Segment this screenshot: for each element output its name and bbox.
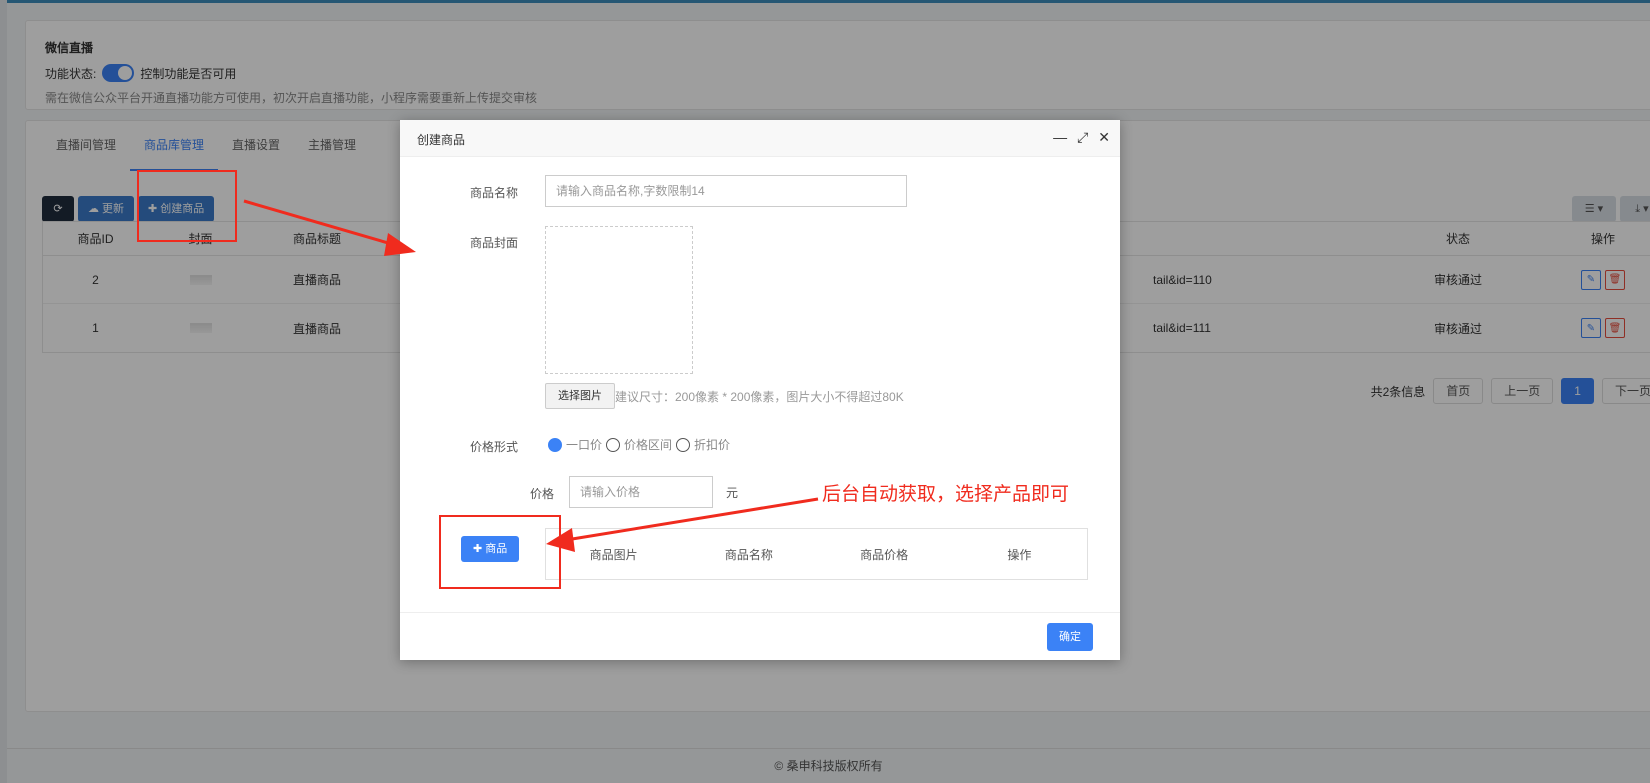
price-type-radios: 一口价 价格区间 折扣价 [548,436,730,453]
dialog-footer: 确定 [400,612,1120,660]
maximize-icon[interactable]: ⤢ [1077,129,1088,146]
selected-products-table: 商品图片 商品名称 商品价格 操作 [545,528,1088,580]
close-icon[interactable]: ✕ [1098,129,1110,146]
product-name-input[interactable]: 请输入商品名称,字数限制14 [545,175,907,207]
radio-price-range[interactable] [606,437,621,452]
annotation-box-add-product [439,515,561,589]
price-unit: 元 [726,486,739,500]
price-label: 价格 [530,487,555,501]
radio-fixed-price[interactable] [548,437,562,452]
radio-discount-price-label: 折扣价 [694,438,731,452]
cover-label: 商品封面 [470,236,519,250]
minimize-icon[interactable]: — [1053,129,1067,146]
th-product-name: 商品名称 [724,547,773,562]
name-label: 商品名称 [470,186,519,200]
th-product-price: 商品价格 [860,547,909,562]
radio-discount-price[interactable] [676,437,691,452]
confirm-button[interactable]: 确定 [1047,623,1093,651]
annotation-box-create [137,170,237,242]
th-product-op: 操作 [1007,547,1032,562]
cover-upload-area[interactable] [545,226,693,374]
th-product-image: 商品图片 [589,547,638,562]
dialog-window-controls: — ⤢ ✕ [1053,129,1110,146]
image-size-hint: 建议尺寸：200像素 * 200像素，图片大小不得超过80K [615,390,904,404]
choose-image-button[interactable]: 选择图片 [545,383,615,409]
price-type-label: 价格形式 [470,440,519,454]
dialog-title: 创建商品 [417,133,466,147]
price-input[interactable]: 请输入价格 [569,476,713,508]
radio-price-range-label: 价格区间 [624,438,673,452]
radio-fixed-price-label: 一口价 [566,438,603,452]
dialog-header: 创建商品 — ⤢ ✕ [400,120,1120,157]
annotation-text: 后台自动获取，选择产品即可 [822,484,1070,505]
